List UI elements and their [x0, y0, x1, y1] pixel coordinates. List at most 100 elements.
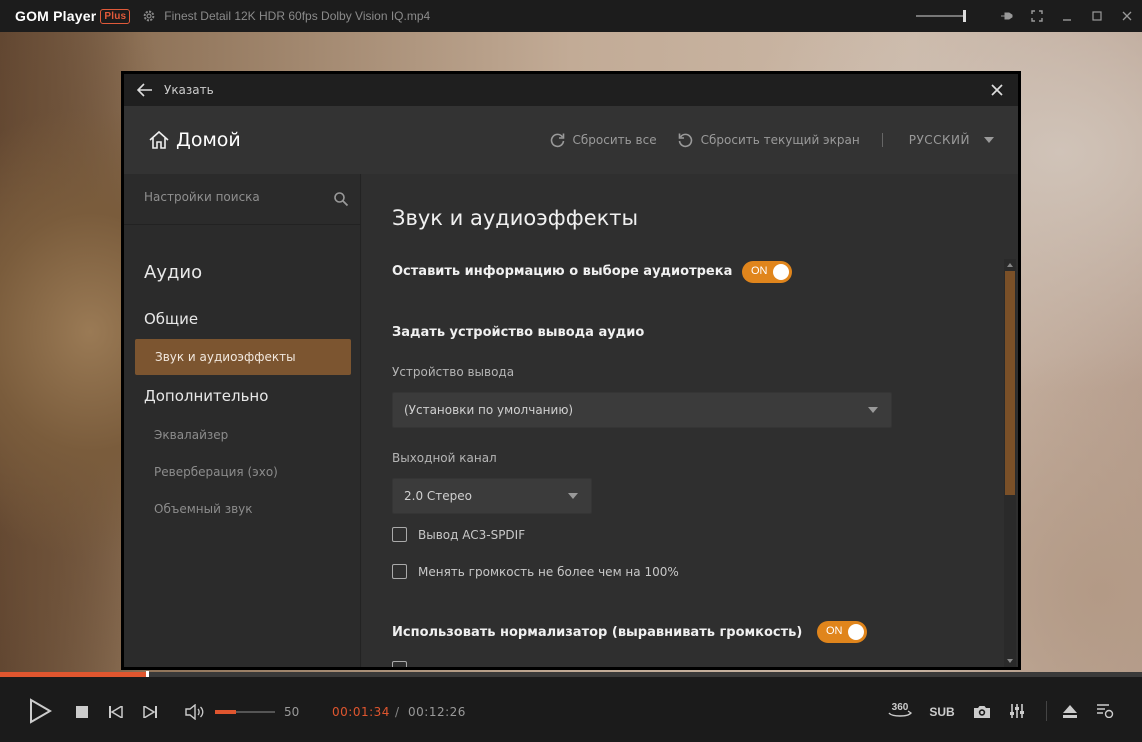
- keep-track-info-toggle[interactable]: ON: [742, 261, 792, 283]
- dialog-title-bar: Указать: [124, 74, 1018, 106]
- reset-current-button[interactable]: Сбросить текущий экран: [677, 132, 860, 149]
- maximize-button[interactable]: [1082, 0, 1112, 32]
- control-panel-button[interactable]: [1006, 702, 1028, 720]
- close-icon: [1122, 11, 1132, 21]
- volume-level: [215, 710, 236, 714]
- mute-button[interactable]: [184, 703, 206, 721]
- fullscreen-button[interactable]: [1022, 0, 1052, 32]
- vr-360-icon: 360: [888, 702, 913, 717]
- previous-button[interactable]: [108, 704, 124, 720]
- ac3-spdif-checkbox[interactable]: [392, 527, 407, 542]
- toggle-state: ON: [751, 265, 768, 277]
- control-divider: [1046, 701, 1047, 721]
- page-title: Звук и аудиоэффекты: [392, 206, 639, 230]
- window-opacity-slider[interactable]: [916, 10, 966, 22]
- maximize-icon: [1092, 11, 1102, 21]
- stop-button[interactable]: [74, 704, 90, 720]
- sidebar-item-reverb[interactable]: Реверберация (эхо): [154, 465, 278, 479]
- total-time: 00:12:26: [408, 705, 466, 719]
- undo-icon: [678, 133, 692, 147]
- output-channel-value: 2.0 Стерео: [404, 489, 472, 503]
- ac3-spdif-option[interactable]: Вывод AC3-SPDIF: [392, 527, 525, 542]
- home-icon[interactable]: [148, 129, 170, 151]
- vr-360-button[interactable]: 360: [886, 699, 914, 723]
- sidebar-item-general[interactable]: Общие: [144, 310, 198, 328]
- window-controls: [916, 0, 1142, 32]
- file-name: Finest Detail 12K HDR 60fps Dolby Vision…: [164, 9, 431, 23]
- playlist-button[interactable]: [1094, 702, 1116, 720]
- settings-sidebar: Аудио Общие Звук и аудиоэффекты Дополнит…: [124, 174, 361, 667]
- search-icon[interactable]: [333, 191, 349, 207]
- subtitle-button[interactable]: SUB: [926, 703, 958, 721]
- output-device-value: (Установки по умолчанию): [404, 403, 574, 417]
- gom-player-window: GOM Player Plus Finest Detail 12K HDR 60…: [0, 0, 1142, 742]
- arrow-left-icon: [137, 83, 152, 97]
- dialog-header: Домой Сбросить все Сбросить текущий экра…: [124, 106, 1018, 174]
- sidebar-item-equalizer[interactable]: Эквалайзер: [154, 428, 228, 442]
- back-button[interactable]: [136, 81, 154, 99]
- partial-checkbox[interactable]: [392, 661, 407, 667]
- normalizer-toggle[interactable]: ON: [817, 621, 867, 643]
- stop-icon: [76, 706, 88, 718]
- play-button[interactable]: [26, 697, 54, 725]
- reset-all-button[interactable]: Сбросить все: [549, 132, 657, 149]
- speaker-icon: [185, 704, 204, 720]
- sidebar-item-surround[interactable]: Объемный звук: [154, 502, 253, 516]
- volume-value: 50: [284, 705, 300, 719]
- volume-limit-label: Менять громкость не более чем на 100%: [418, 564, 679, 579]
- minimize-button[interactable]: [1052, 0, 1082, 32]
- volume-slider[interactable]: [215, 710, 275, 714]
- toggle-knob: [848, 624, 864, 640]
- control-bar: 50 00:01:34 / 00:12:26 360 SUB: [0, 677, 1142, 742]
- sidebar-section-audio[interactable]: Аудио: [144, 262, 202, 283]
- skip-forward-icon: [143, 706, 157, 718]
- content-scrollbar[interactable]: [1004, 259, 1016, 667]
- toggle-knob: [773, 264, 789, 280]
- dialog-close-button[interactable]: [988, 81, 1006, 99]
- sidebar-item-advanced[interactable]: Дополнительно: [144, 387, 268, 405]
- toggle-state: ON: [826, 625, 843, 637]
- normalizer-label: Использовать нормализатор (выравнивать г…: [392, 625, 803, 640]
- output-device-label: Устройство вывода: [392, 365, 515, 379]
- ac3-spdif-label: Вывод AC3-SPDIF: [418, 527, 526, 542]
- playlist-icon: [1097, 704, 1114, 718]
- language-select[interactable]: РУССКИЙ: [909, 133, 994, 147]
- settings-search: [124, 174, 361, 225]
- next-button[interactable]: [142, 704, 158, 720]
- minimize-icon: [1063, 19, 1071, 21]
- close-icon: [991, 84, 1003, 96]
- volume-limit-checkbox[interactable]: [392, 564, 407, 579]
- header-divider: [881, 133, 883, 147]
- app-name: GOM Player: [15, 8, 97, 24]
- skip-back-icon: [109, 706, 123, 718]
- caret-down-icon: [1007, 659, 1013, 663]
- language-value: РУССКИЙ: [908, 133, 970, 147]
- open-file-button[interactable]: [1060, 703, 1080, 719]
- scroll-down-button[interactable]: [1004, 655, 1016, 667]
- volume-limit-option[interactable]: Менять громкость не более чем на 100%: [392, 564, 679, 579]
- output-channel-label: Выходной канал: [392, 451, 497, 465]
- scroll-up-button[interactable]: [1004, 259, 1016, 271]
- plus-badge: Plus: [100, 8, 131, 24]
- output-channel-select[interactable]: 2.0 Стерео: [392, 478, 592, 514]
- caret-down-icon: [984, 137, 994, 143]
- equalizer-icon: [1010, 704, 1024, 718]
- scroll-thumb[interactable]: [1005, 271, 1015, 495]
- app-logo[interactable]: GOM Player Plus: [15, 8, 131, 24]
- partial-option-row[interactable]: [392, 661, 407, 667]
- gear-icon[interactable]: [142, 9, 156, 23]
- header-actions: Сбросить все Сбросить текущий экран РУСС…: [529, 106, 994, 174]
- output-device-select[interactable]: (Установки по умолчанию): [392, 392, 892, 428]
- search-input[interactable]: [144, 190, 324, 204]
- screenshot-button[interactable]: [971, 702, 993, 720]
- title-bar: GOM Player Plus Finest Detail 12K HDR 60…: [0, 0, 1142, 32]
- home-link[interactable]: Домой: [176, 129, 241, 151]
- sidebar-item-sound-effects[interactable]: Звук и аудиоэффекты: [135, 339, 351, 375]
- current-time: 00:01:34: [332, 705, 390, 719]
- reset-all-label: Сбросить все: [572, 133, 657, 147]
- expand-icon: [1031, 10, 1043, 22]
- vr-360-label: 360: [892, 702, 909, 713]
- close-window-button[interactable]: [1112, 0, 1142, 32]
- pin-button[interactable]: [992, 0, 1022, 32]
- play-icon: [30, 698, 52, 724]
